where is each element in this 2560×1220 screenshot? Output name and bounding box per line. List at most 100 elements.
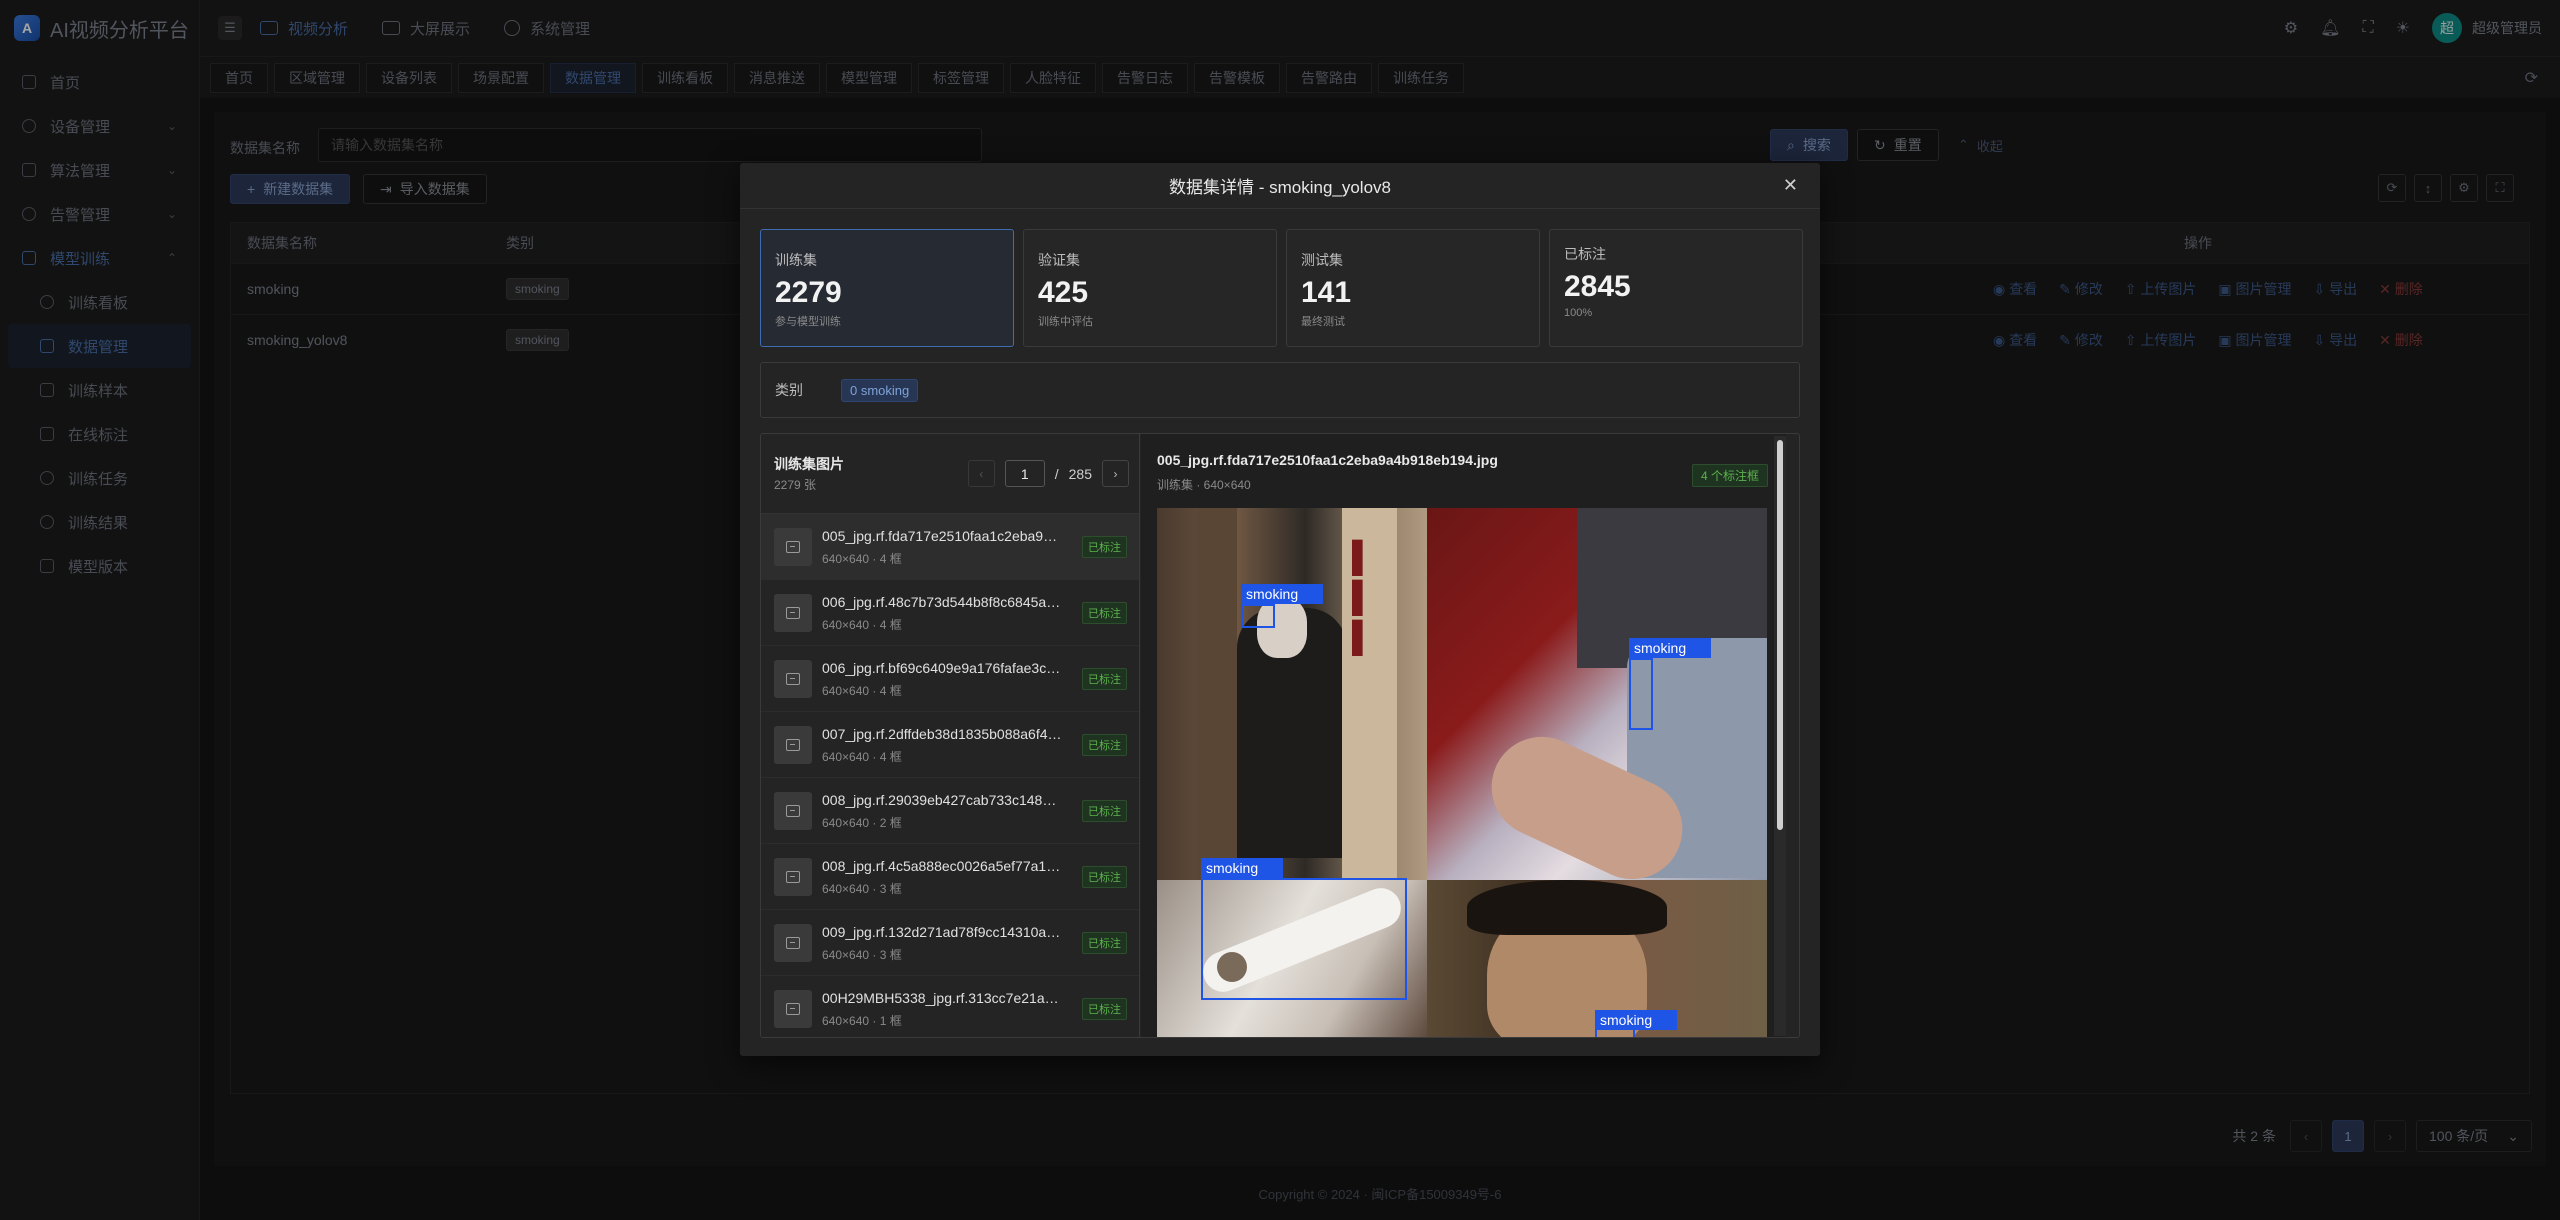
image-icon — [786, 936, 800, 949]
list-item[interactable]: 007_jpg.rf.2dffdeb38d1835b088a6f4c3e2d1b… — [761, 712, 1139, 778]
status-badge: 已标注 — [1082, 866, 1127, 888]
thumbnail — [774, 593, 812, 632]
next-page-button[interactable]: › — [1102, 460, 1129, 487]
image-meta: 640×640 · 4 框 — [822, 684, 902, 698]
stat-card-val[interactable]: 验证集 425 训练中评估 — [1023, 229, 1277, 347]
annotation-label: smoking — [1201, 858, 1283, 878]
image-name: 00H29MBH5338_jpg.rf.313cc7e21a4b5c6d7e8f… — [822, 990, 1062, 1006]
image-meta: 640×640 · 3 框 — [822, 882, 902, 896]
scroll-thumb[interactable] — [1777, 440, 1783, 830]
thumbnail — [774, 989, 812, 1028]
thumbnail — [774, 527, 812, 566]
image-meta: 640×640 · 4 框 — [822, 750, 902, 764]
image-meta: 640×640 · 1 框 — [822, 1014, 902, 1028]
stat-card-annotated: 已标注 2845 100% — [1549, 229, 1803, 347]
image-icon — [786, 804, 800, 817]
image-icon — [786, 738, 800, 751]
close-icon[interactable]: ✕ — [1783, 175, 1798, 196]
annotation-label: smoking — [1241, 584, 1323, 604]
image-icon — [786, 540, 800, 553]
stat-sub: 参与模型训练 — [775, 316, 841, 328]
image-tile-2 — [1427, 508, 1767, 880]
modal-title: 数据集详情 - smoking_yolov8 — [1168, 178, 1391, 197]
stat-label: 已标注 — [1564, 246, 1606, 262]
status-badge: 已标注 — [1082, 602, 1127, 624]
status-badge: 已标注 — [1082, 932, 1127, 954]
image-list-count: 2279 张 — [774, 478, 817, 492]
image-list-title: 训练集图片 — [774, 456, 844, 472]
image-name: 009_jpg.rf.132d271ad78f9cc14310a2b3c4d5e… — [822, 924, 1062, 940]
total-pages: 285 — [1068, 465, 1092, 482]
sign-glyph: ▌ ▌ ▌ — [1352, 541, 1374, 654]
categories-label: 类别 — [775, 382, 803, 398]
image-name: 008_jpg.rf.4c5a888ec0026a5ef77a1b2c3d4e5… — [822, 858, 1062, 874]
image-name: 006_jpg.rf.48c7b73d544b8f8c6845a1e2d3f90… — [822, 594, 1062, 610]
status-badge: 已标注 — [1082, 734, 1127, 756]
categories-row: 类别 0 smoking — [760, 362, 1800, 418]
list-item[interactable]: 005_jpg.rf.fda717e2510faa1c2eba9a4b918eb… — [761, 514, 1139, 580]
annotation-label: smoking — [1595, 1010, 1677, 1030]
stat-sub: 100% — [1564, 307, 1593, 319]
modal-header: 数据集详情 - smoking_yolov8 ✕ — [740, 163, 1820, 209]
list-item[interactable]: 006_jpg.rf.48c7b73d544b8f8c6845a1e2d3f90… — [761, 580, 1139, 646]
image-name: 008_jpg.rf.29039eb427cab733c1489d2e6f1a0… — [822, 792, 1062, 808]
image-meta: 640×640 · 3 框 — [822, 948, 902, 962]
list-item[interactable]: 008_jpg.rf.4c5a888ec0026a5ef77a1b2c3d4e5… — [761, 844, 1139, 910]
stat-value: 2845 — [1564, 270, 1631, 303]
image-viewer: 005_jpg.rf.fda717e2510faa1c2eba9a4b918eb… — [1141, 434, 1786, 1037]
image-meta: 640×640 · 2 框 — [822, 816, 902, 830]
image-icon — [786, 606, 800, 619]
stat-card-test[interactable]: 测试集 141 最终测试 — [1286, 229, 1540, 347]
stat-value: 2279 — [775, 276, 842, 309]
stat-sub: 训练中评估 — [1038, 316, 1093, 328]
list-item[interactable]: 008_jpg.rf.29039eb427cab733c1489d2e6f1a0… — [761, 778, 1139, 844]
stat-label: 测试集 — [1301, 252, 1343, 268]
status-badge: 已标注 — [1082, 800, 1127, 822]
image-meta: 640×640 · 4 框 — [822, 618, 902, 632]
image-list-header: 训练集图片 2279 张 ‹ 1 / 285 › — [761, 434, 1139, 514]
status-badge: 已标注 — [1082, 998, 1127, 1020]
thumbnail — [774, 659, 812, 698]
list-item[interactable]: 006_jpg.rf.bf69c6409e9a176fafae3c1d2e4b5… — [761, 646, 1139, 712]
thumbnail — [774, 725, 812, 764]
wall-stripe — [1197, 508, 1237, 880]
status-badge: 已标注 — [1082, 668, 1127, 690]
category-chip: 0 smoking — [841, 378, 919, 402]
image-name: 007_jpg.rf.2dffdeb38d1835b088a6f4c3e2d1b… — [822, 726, 1062, 742]
image-icon — [786, 870, 800, 883]
image-browser: 训练集图片 2279 张 ‹ 1 / 285 › 005_jpg.rf.fda7… — [760, 433, 1800, 1038]
image-meta: 640×640 · 4 框 — [822, 552, 902, 566]
image-list-pane: 训练集图片 2279 张 ‹ 1 / 285 › 005_jpg.rf.fda7… — [761, 434, 1140, 1037]
hair-shape — [1467, 880, 1667, 935]
stat-label: 验证集 — [1038, 252, 1080, 268]
thumbnail — [774, 791, 812, 830]
page-input[interactable]: 1 — [1004, 460, 1045, 487]
annotation-count-badge: 4 个标注框 — [1691, 464, 1768, 487]
image-icon — [786, 672, 800, 685]
stat-value: 141 — [1301, 276, 1352, 309]
dataset-detail-modal: 数据集详情 - smoking_yolov8 ✕ 训练集 2279 参与模型训练… — [740, 163, 1820, 1056]
annotation-box[interactable] — [1629, 658, 1653, 730]
image-list-pager: ‹ 1 / 285 › — [967, 460, 1129, 487]
annotation-box[interactable] — [1201, 878, 1407, 1000]
image-icon — [786, 1002, 800, 1015]
prev-page-button[interactable]: ‹ — [967, 460, 995, 487]
annotated-image[interactable]: ▌ ▌ ▌ smoking smoking smoking smoking — [1157, 508, 1767, 1037]
image-tile-1: ▌ ▌ ▌ — [1157, 508, 1427, 880]
stat-card-train[interactable]: 训练集 2279 参与模型训练 — [760, 229, 1014, 347]
scrollbar[interactable] — [1774, 436, 1786, 1036]
annotation-label: smoking — [1629, 638, 1711, 658]
status-badge: 已标注 — [1082, 536, 1127, 558]
list-item[interactable]: 00H29MBH5338_jpg.rf.313cc7e21a4b5c6d7e8f… — [761, 976, 1139, 1037]
stat-label: 训练集 — [775, 252, 817, 268]
thumbnail — [774, 857, 812, 896]
viewer-title: 005_jpg.rf.fda717e2510faa1c2eba9a4b918eb… — [1157, 452, 1498, 468]
stat-value: 425 — [1038, 276, 1089, 309]
page-separator: / — [1054, 465, 1059, 482]
annotation-box[interactable] — [1241, 604, 1275, 628]
thumbnail — [774, 923, 812, 962]
list-item[interactable]: 009_jpg.rf.132d271ad78f9cc14310a2b3c4d5e… — [761, 910, 1139, 976]
stats-row: 训练集 2279 参与模型训练 验证集 425 训练中评估 测试集 141 最终… — [760, 229, 1803, 347]
viewer-meta: 训练集 · 640×640 — [1157, 478, 1251, 492]
stat-sub: 最终测试 — [1301, 316, 1345, 328]
